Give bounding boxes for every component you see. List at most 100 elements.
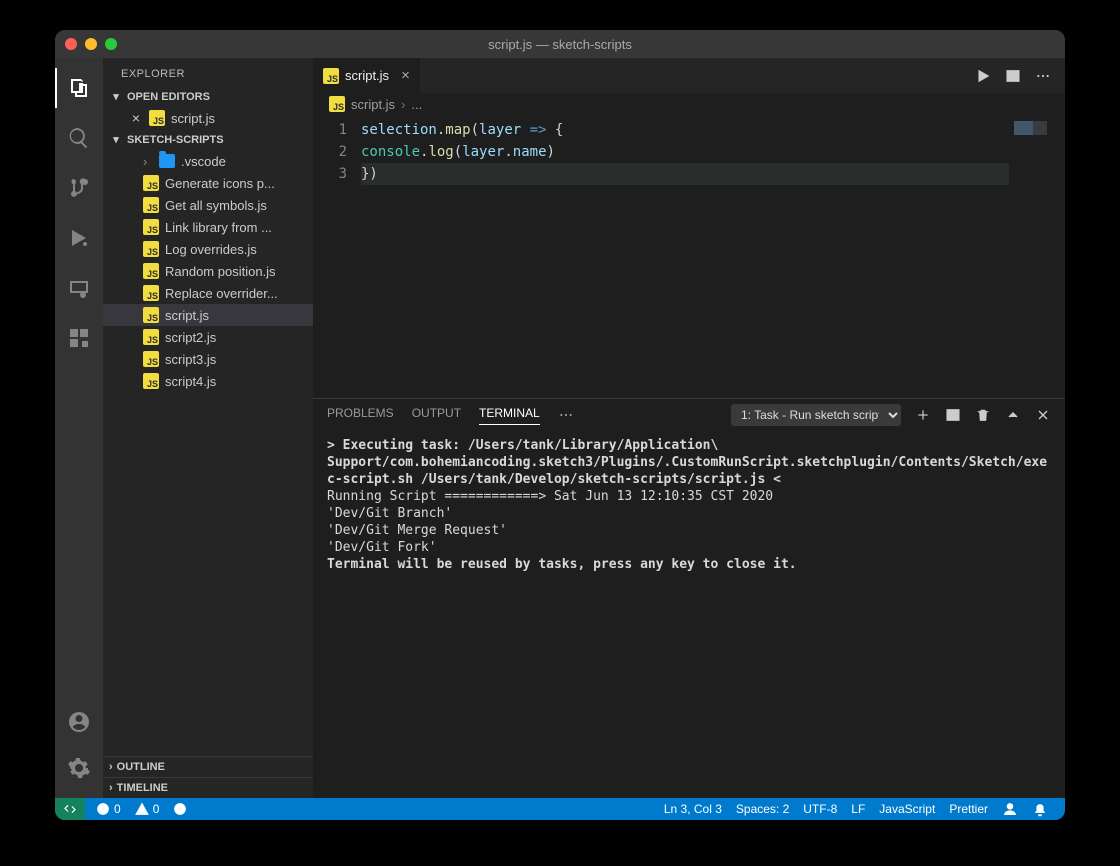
js-file-icon: JS [143, 197, 159, 213]
timeline-label: TIMELINE [117, 782, 168, 794]
file-name: Random position.js [165, 264, 276, 279]
chevron-right-icon: › [401, 97, 405, 112]
more-actions-icon[interactable] [1035, 68, 1051, 84]
terminal-output[interactable]: > Executing task: /Users/tank/Library/Ap… [313, 431, 1065, 798]
file-item[interactable]: JS script4.js [103, 370, 313, 392]
output-tab[interactable]: OUTPUT [412, 406, 461, 424]
editor-tabs: JS script.js × [313, 58, 1065, 93]
file-item[interactable]: JSGenerate icons p... [103, 172, 313, 194]
accounts-icon[interactable] [55, 702, 103, 742]
close-tab-icon[interactable]: × [401, 67, 410, 84]
explorer-title: EXPLORER [103, 58, 313, 86]
chevron-right-icon: › [109, 761, 113, 773]
tab-label: script.js [345, 68, 389, 83]
status-warnings[interactable]: 0 [128, 802, 167, 816]
folder-icon [159, 154, 175, 168]
feedback-icon[interactable] [995, 801, 1025, 817]
source-control-activity-icon[interactable] [55, 168, 103, 208]
open-editor-item[interactable]: × JS script.js [103, 107, 313, 129]
js-file-icon: JS [143, 175, 159, 191]
js-file-icon: JS [143, 351, 159, 367]
terminal-tab[interactable]: TERMINAL [479, 406, 540, 425]
status-formatter[interactable]: Prettier [942, 801, 995, 817]
js-file-icon: JS [143, 373, 159, 389]
line-numbers: 123 [313, 115, 361, 398]
status-language[interactable]: JavaScript [872, 801, 942, 817]
run-icon[interactable] [975, 68, 991, 84]
chevron-right-icon: › [143, 154, 153, 169]
timeline-section[interactable]: › TIMELINE [103, 777, 313, 798]
js-file-icon: JS [323, 68, 339, 84]
workspace-section[interactable]: ▾ SKETCH-SCRIPTS [103, 129, 313, 150]
file-name: Replace overrider... [165, 286, 278, 301]
js-file-icon: JS [149, 110, 165, 126]
breadcrumb-file: script.js [351, 97, 395, 112]
file-name: script2.js [165, 330, 216, 345]
js-file-icon: JS [143, 219, 159, 235]
panel-more-icon[interactable] [558, 407, 574, 423]
file-name: script.js [165, 308, 209, 323]
extensions-activity-icon[interactable] [55, 318, 103, 358]
outline-label: OUTLINE [117, 761, 165, 773]
panel-chevron-up-icon[interactable] [1005, 407, 1021, 423]
editor-group: JS script.js × JS [313, 58, 1065, 798]
file-item[interactable]: JS Replace overrider... [103, 282, 313, 304]
file-item[interactable]: JS script.js [103, 304, 313, 326]
status-cursor[interactable]: Ln 3, Col 3 [657, 801, 729, 817]
settings-gear-icon[interactable] [55, 748, 103, 788]
breadcrumb[interactable]: JS script.js › ... [313, 93, 1065, 115]
file-item[interactable]: JSscript2.js [103, 326, 313, 348]
activity-bar [55, 58, 103, 798]
split-terminal-icon[interactable] [945, 407, 961, 423]
title-bar: script.js — sketch-scripts [55, 30, 1065, 58]
code-content[interactable]: selection.map(layer => { console.log(lay… [361, 115, 1009, 398]
close-panel-icon[interactable] [1035, 407, 1051, 423]
remote-explorer-activity-icon[interactable] [55, 268, 103, 308]
file-name: .vscode [181, 154, 226, 169]
outline-section[interactable]: › OUTLINE [103, 756, 313, 777]
open-editors-section[interactable]: ▾ OPEN EDITORS [103, 86, 313, 107]
status-encoding[interactable]: UTF-8 [796, 801, 844, 817]
search-activity-icon[interactable] [55, 118, 103, 158]
minimap[interactable] [1009, 115, 1065, 398]
file-item[interactable]: JS Log overrides.js [103, 238, 313, 260]
bottom-panel: PROBLEMS OUTPUT TERMINAL 1: Task - Run s… [313, 398, 1065, 798]
run-debug-activity-icon[interactable] [55, 218, 103, 258]
explorer-sidebar: EXPLORER ▾ OPEN EDITORS × JS script.js ▾… [103, 58, 313, 798]
split-editor-icon[interactable] [1005, 68, 1021, 84]
file-item[interactable]: JS Get all symbols.js [103, 194, 313, 216]
open-editors-label: OPEN EDITORS [127, 91, 210, 103]
file-name: Log overrides.js [165, 242, 257, 257]
file-item[interactable]: JSLink library from ... [103, 216, 313, 238]
file-item[interactable]: JSRandom position.js [103, 260, 313, 282]
problems-tab[interactable]: PROBLEMS [327, 406, 394, 424]
status-eol[interactable]: LF [844, 801, 872, 817]
status-port-icon[interactable] [166, 802, 194, 816]
file-item[interactable]: JS script3.js [103, 348, 313, 370]
folder-item[interactable]: › .vscode [103, 150, 313, 172]
file-name: script4.js [165, 374, 216, 389]
terminal-task-select[interactable]: 1: Task - Run sketch scripts [731, 404, 901, 426]
new-terminal-icon[interactable] [915, 407, 931, 423]
kill-terminal-icon[interactable] [975, 407, 991, 423]
js-file-icon: JS [143, 241, 159, 257]
window-title: script.js — sketch-scripts [55, 37, 1065, 52]
file-name: script.js [171, 111, 215, 126]
breadcrumb-more: ... [411, 97, 422, 112]
file-name: Get all symbols.js [165, 198, 267, 213]
code-editor[interactable]: 123 selection.map(layer => { console.log… [313, 115, 1065, 398]
js-file-icon: JS [329, 96, 345, 112]
remote-indicator[interactable] [55, 798, 85, 820]
explorer-activity-icon[interactable] [55, 68, 103, 108]
editor-tab-scriptjs[interactable]: JS script.js × [313, 58, 421, 93]
workspace-label: SKETCH-SCRIPTS [127, 134, 224, 146]
status-errors[interactable]: 0 [89, 802, 128, 816]
close-icon[interactable]: × [129, 110, 143, 126]
status-indent[interactable]: Spaces: 2 [729, 801, 796, 817]
chevron-down-icon: ▾ [109, 133, 123, 146]
file-name: script3.js [165, 352, 216, 367]
js-file-icon: JS [143, 285, 159, 301]
js-file-icon: JS [143, 307, 159, 323]
chevron-right-icon: › [109, 782, 113, 794]
notifications-bell-icon[interactable] [1025, 801, 1055, 817]
